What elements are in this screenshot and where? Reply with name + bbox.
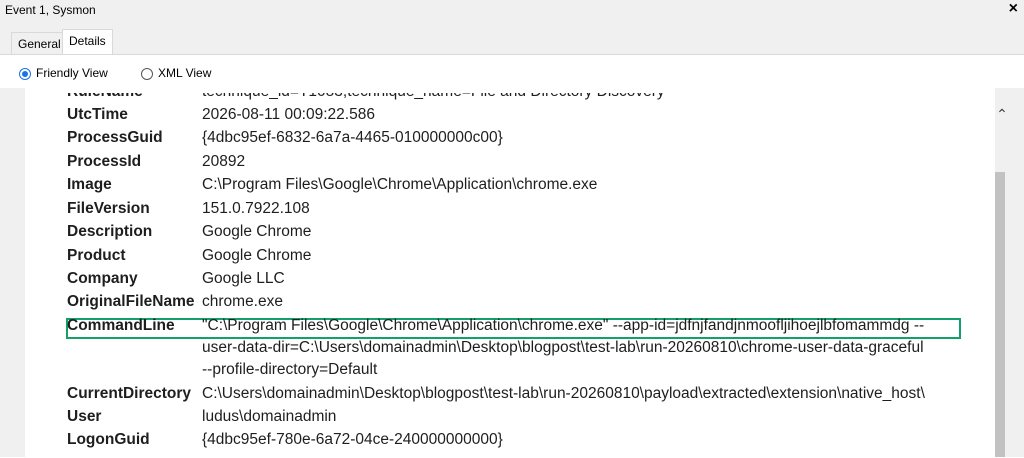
title-bar: Event 1, Sysmon × [0,0,1024,23]
field-label: OriginalFileName [67,293,195,310]
xml-view-option[interactable]: XML View [141,64,211,82]
window-title: Event 1, Sysmon [5,3,96,17]
field-label: User [67,408,102,425]
field-label: FileVersion [67,200,150,217]
close-icon[interactable]: × [1009,0,1018,18]
chevron-up-icon[interactable]: ⌃ [996,107,1008,121]
tab-general[interactable]: General [11,32,68,54]
friendly-view-option[interactable]: Friendly View [19,64,108,82]
field-value: {4dbc95ef-6832-6a7a-4465-010000000c00} [202,129,503,146]
xml-view-radio[interactable] [141,67,153,80]
event-details: RuleName technique_id=T1083,technique_na… [25,93,995,457]
xml-view-label: XML View [158,66,212,80]
field-label: Description [67,223,153,240]
field-value: Google Chrome [202,247,312,264]
field-label: Company [67,270,138,287]
field-label: Product [67,247,126,264]
field-label: ProcessGuid [67,129,163,146]
field-label: LogonGuid [67,431,150,448]
field-label: RuleName [67,93,143,101]
tab-details[interactable]: Details [62,29,113,55]
field-label: UtcTime [67,106,128,123]
field-value: 2026-08-11 00:09:22.586 [202,106,375,123]
field-value: C:\Users\domainadmin\Desktop\blogpost\te… [202,385,925,402]
field-value: C:\Program Files\Google\Chrome\Applicati… [202,176,598,193]
field-value: Google LLC [202,270,285,287]
commandline-line: user-data-dir=C:\Users\domainadmin\Deskt… [202,339,924,356]
tab-strip: General Details [0,22,1024,55]
commandline-line: --profile-directory=Default [202,361,378,378]
field-value: chrome.exe [202,293,283,310]
field-value: {4dbc95ef-780e-6a72-04ce-240000000000} [202,431,503,448]
field-label: CurrentDirectory [67,385,192,402]
field-label: CommandLine [67,317,175,334]
commandline-line: "C:\Program Files\Google\Chrome\Applicat… [202,317,925,334]
left-margin [0,88,25,457]
field-value: Google Chrome [202,223,312,240]
friendly-view-label: Friendly View [36,66,108,80]
field-value: 151.0.7922.108 [202,200,310,217]
field-label: ProcessId [67,153,142,170]
friendly-view-radio[interactable] [19,67,31,80]
field-value: technique_id=T1083,technique_name=File a… [202,93,665,101]
field-value: 20892 [202,153,246,170]
field-label: Image [67,176,112,193]
field-value: ludus\domainadmin [202,408,337,425]
